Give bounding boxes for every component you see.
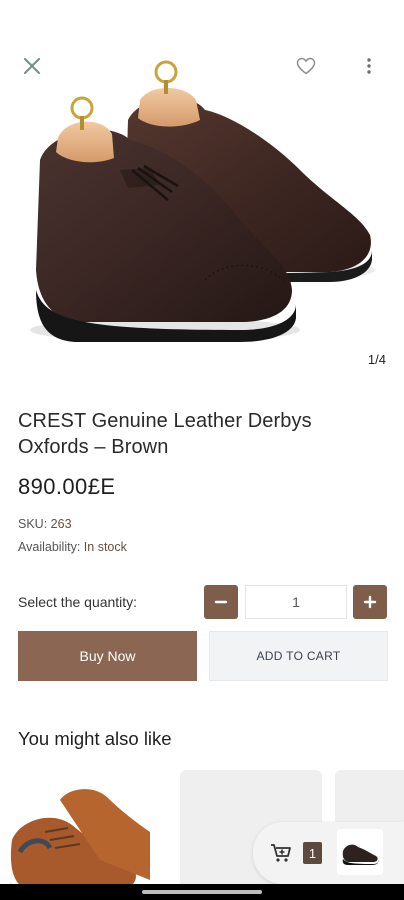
quantity-input[interactable] [245, 585, 347, 619]
home-indicator[interactable] [142, 890, 262, 894]
cart-count-badge: 1 [303, 842, 322, 864]
availability-label: Availability: [18, 540, 81, 554]
recommendation-card[interactable] [0, 770, 160, 900]
recommendations-title: You might also like [18, 728, 172, 749]
image-counter: 1/4 [367, 352, 386, 367]
product-image [30, 60, 375, 342]
product-gallery[interactable]: 1/4 [0, 40, 404, 380]
cart-item-thumbnail[interactable] [337, 829, 383, 875]
status-bar [0, 0, 404, 40]
availability-line: Availability: In stock [18, 540, 127, 554]
buy-now-button[interactable]: Buy Now [18, 631, 197, 681]
sku-label: SKU: [18, 517, 48, 531]
quantity-decrease-button[interactable] [204, 585, 238, 619]
cart-add-icon [271, 844, 291, 862]
quantity-increase-button[interactable] [353, 585, 387, 619]
add-to-cart-button[interactable]: ADD TO CART [209, 631, 388, 681]
quantity-label: Select the quantity: [18, 594, 138, 610]
plus-icon [363, 595, 377, 609]
sku-line: SKU: 263 [18, 517, 72, 531]
mini-cart[interactable]: 1 [253, 822, 404, 884]
minus-icon [214, 600, 228, 604]
product-title: CREST Genuine Leather Derbys Oxfords – B… [18, 410, 312, 458]
product-price: 890.00£E [18, 474, 116, 499]
sku-value: 263 [50, 517, 72, 531]
recommended-product-image [9, 789, 150, 900]
availability-value: In stock [83, 540, 127, 554]
cart-item-image [342, 844, 379, 865]
